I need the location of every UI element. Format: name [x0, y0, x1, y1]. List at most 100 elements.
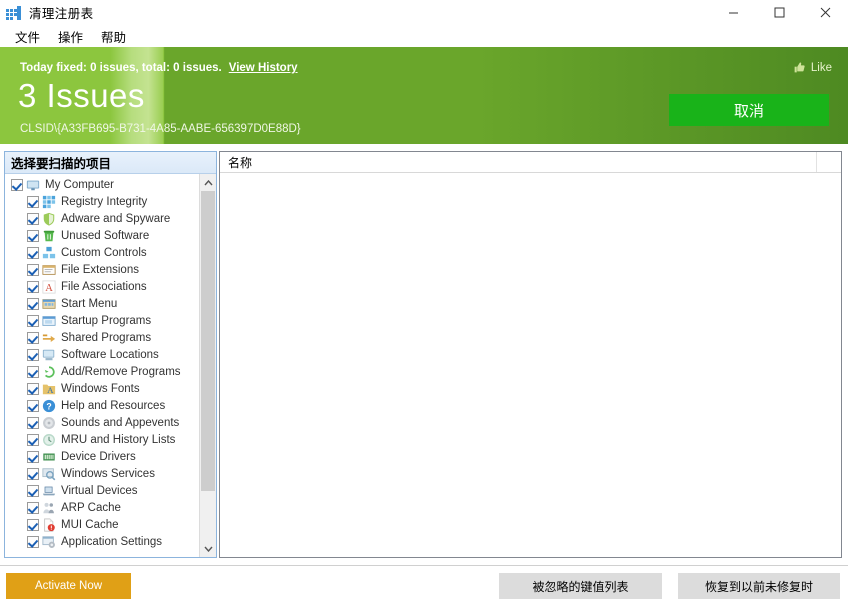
- tree-item-my-computer[interactable]: My Computer: [5, 176, 199, 193]
- window-blue-icon: [42, 314, 56, 328]
- tree-item-sounds-and-appevents[interactable]: Sounds and Appevents: [5, 414, 199, 431]
- checkbox[interactable]: [27, 332, 39, 344]
- tree-item-mru-and-history-lists[interactable]: MRU and History Lists: [5, 431, 199, 448]
- menu-file[interactable]: 文件: [6, 25, 49, 48]
- checkbox[interactable]: [27, 485, 39, 497]
- checkbox[interactable]: [27, 502, 39, 514]
- checkbox[interactable]: [27, 434, 39, 446]
- computer-icon: [42, 348, 56, 362]
- checkbox[interactable]: [27, 349, 39, 361]
- tree-item-virtual-devices[interactable]: Virtual Devices: [5, 482, 199, 499]
- clsid-text: CLSID\{A33FB695-B731-4A85-AABE-656397D0E…: [20, 123, 301, 135]
- checkbox[interactable]: [27, 247, 39, 259]
- tree-item-startup-programs[interactable]: Startup Programs: [5, 312, 199, 329]
- checkbox[interactable]: [27, 196, 39, 208]
- column-header-name[interactable]: 名称: [220, 154, 252, 171]
- tree-item-mui-cache[interactable]: MUI Cache: [5, 516, 199, 533]
- tree-item-shared-programs[interactable]: Shared Programs: [5, 329, 199, 346]
- checkbox[interactable]: [27, 230, 39, 242]
- results-list-body[interactable]: [220, 173, 841, 557]
- tree-item-arp-cache[interactable]: ARP Cache: [5, 499, 199, 516]
- chevron-down-icon: [204, 546, 213, 552]
- menu-help[interactable]: 帮助: [92, 25, 135, 48]
- tree-item-help-and-resources[interactable]: ?Help and Resources: [5, 397, 199, 414]
- tree-item-label: Windows Fonts: [61, 382, 140, 396]
- tree-item-file-associations[interactable]: A File Associations: [5, 278, 199, 295]
- letter-a-icon: A: [42, 280, 56, 294]
- checkbox[interactable]: [27, 315, 39, 327]
- like-button[interactable]: Like: [793, 61, 832, 74]
- settings-window-icon: [42, 535, 56, 549]
- scroll-down-button[interactable]: [200, 540, 216, 557]
- tree-item-windows-services[interactable]: Windows Services: [5, 465, 199, 482]
- question-icon: ?: [42, 399, 56, 413]
- checkbox[interactable]: [27, 519, 39, 531]
- scan-tree[interactable]: My ComputerRegistry IntegrityAdware and …: [5, 174, 199, 557]
- scrollbar-thumb[interactable]: [201, 191, 215, 491]
- checkbox[interactable]: [27, 468, 39, 480]
- view-history-link[interactable]: View History: [229, 62, 298, 74]
- tree-item-unused-software[interactable]: Unused Software: [5, 227, 199, 244]
- checkbox[interactable]: [11, 179, 23, 191]
- tree-item-application-settings[interactable]: Application Settings: [5, 533, 199, 550]
- column-divider[interactable]: [816, 152, 817, 172]
- svg-text:A: A: [45, 282, 53, 293]
- scan-items-panel: 选择要扫描的项目 My ComputerRegistry IntegrityAd…: [4, 151, 217, 558]
- checkbox[interactable]: [27, 298, 39, 310]
- sidebar-title: 选择要扫描的项目: [5, 152, 216, 174]
- tree-item-label: Shared Programs: [61, 331, 151, 345]
- checkbox[interactable]: [27, 536, 39, 548]
- title-bar: 清理注册表: [0, 0, 848, 25]
- laptop-icon: [42, 484, 56, 498]
- cancel-button[interactable]: 取消: [669, 94, 829, 126]
- tree-item-add-remove-programs[interactable]: Add/Remove Programs: [5, 363, 199, 380]
- checkbox[interactable]: [27, 383, 39, 395]
- tree-item-device-drivers[interactable]: Device Drivers: [5, 448, 199, 465]
- registry-grid-icon: [6, 5, 22, 21]
- tree-item-windows-fonts[interactable]: A Windows Fonts: [5, 380, 199, 397]
- tree-item-custom-controls[interactable]: Custom Controls: [5, 244, 199, 261]
- checkbox[interactable]: [27, 400, 39, 412]
- shield-icon: [42, 212, 56, 226]
- tree-item-start-menu[interactable]: Start Menu: [5, 295, 199, 312]
- sidebar-scrollbar[interactable]: [199, 174, 216, 557]
- footer-bar: Activate Now 被忽略的键值列表 恢复到以前未修复时: [0, 565, 848, 607]
- tree-item-file-extensions[interactable]: File Extensions: [5, 261, 199, 278]
- checkbox[interactable]: [27, 451, 39, 463]
- tree-item-label: Sounds and Appevents: [61, 416, 179, 430]
- trash-icon: [42, 229, 56, 243]
- close-button[interactable]: [802, 0, 848, 25]
- grid-blocks-icon: [42, 195, 56, 209]
- checkbox[interactable]: [27, 213, 39, 225]
- tree-item-label: Application Settings: [61, 535, 162, 549]
- tree-item-registry-integrity[interactable]: Registry Integrity: [5, 193, 199, 210]
- tree-item-label: Unused Software: [61, 229, 149, 243]
- tree-item-label: File Associations: [61, 280, 147, 294]
- checkbox[interactable]: [27, 366, 39, 378]
- restore-button[interactable]: 恢复到以前未修复时: [678, 573, 840, 599]
- window-small-icon: [42, 263, 56, 277]
- scroll-up-button[interactable]: [200, 174, 216, 191]
- tree-item-adware-and-spyware[interactable]: Adware and Spyware: [5, 210, 199, 227]
- banner-status-text: Today fixed: 0 issues, total: 0 issues.: [20, 62, 222, 74]
- people-icon: [42, 501, 56, 515]
- tree-item-label: File Extensions: [61, 263, 139, 277]
- font-folder-icon: A: [42, 382, 56, 396]
- tree-item-label: Custom Controls: [61, 246, 147, 260]
- tree-item-software-locations[interactable]: Software Locations: [5, 346, 199, 363]
- activate-now-button[interactable]: Activate Now: [6, 573, 131, 599]
- tree-item-label: Start Menu: [61, 297, 117, 311]
- arrow-share-icon: [42, 331, 56, 345]
- clock-icon: [42, 433, 56, 447]
- tree-item-label: Windows Services: [61, 467, 155, 481]
- ignored-keys-button[interactable]: 被忽略的键值列表: [499, 573, 662, 599]
- checkbox[interactable]: [27, 281, 39, 293]
- thumbs-up-icon: [793, 61, 806, 74]
- svg-text:A: A: [47, 384, 54, 394]
- minimize-button[interactable]: [710, 0, 756, 25]
- checkbox[interactable]: [27, 264, 39, 276]
- checkbox[interactable]: [27, 417, 39, 429]
- maximize-button[interactable]: [756, 0, 802, 25]
- tree-item-label: ARP Cache: [61, 501, 121, 515]
- menu-action[interactable]: 操作: [49, 25, 92, 48]
